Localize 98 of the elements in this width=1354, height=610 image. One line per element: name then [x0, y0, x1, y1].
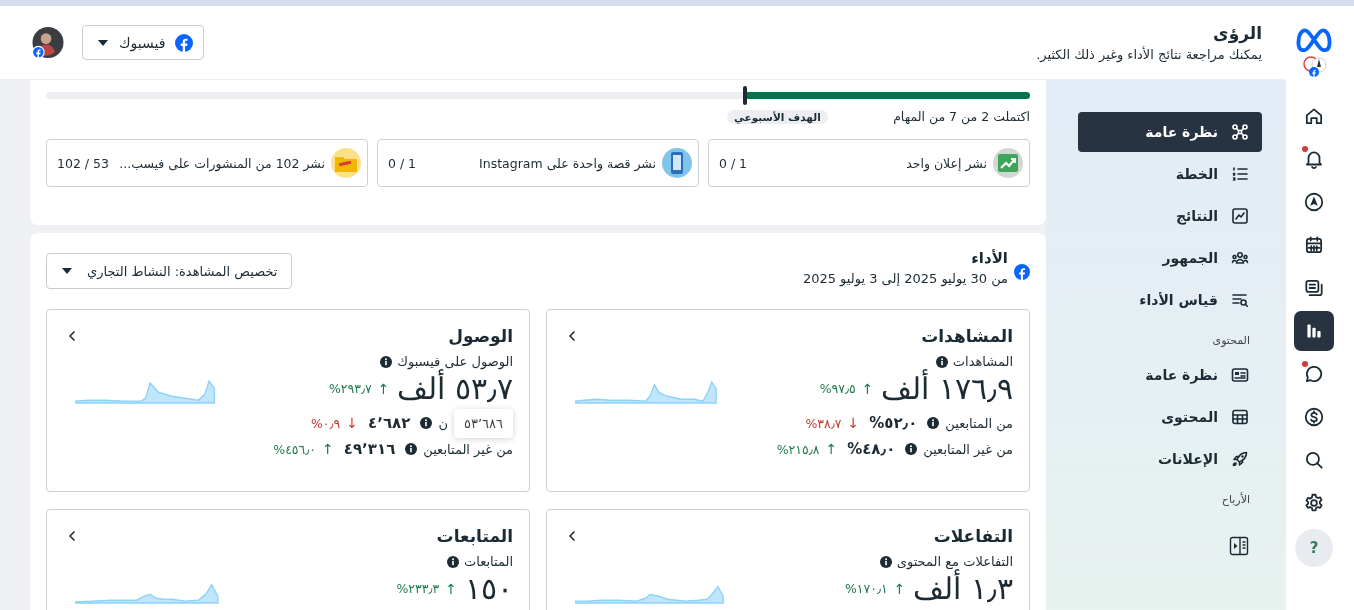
progress-text: اكتملت 2 من 7 من المهام [893, 109, 1030, 124]
facebook-icon [1014, 263, 1030, 280]
info-icon[interactable] [927, 417, 940, 429]
nav-item[interactable]: الجمهور [1078, 238, 1262, 278]
nav-item[interactable]: قياس الأداء [1078, 280, 1262, 320]
compass-icon [1303, 191, 1325, 213]
chevron-icon[interactable] [567, 530, 577, 542]
nav-item[interactable]: الإعلانات [1078, 439, 1262, 479]
help-button[interactable]: ? [1295, 529, 1333, 567]
task-count: 102 / 53 [57, 155, 109, 171]
date-range: من 30 يوليو 2025 إلى 3 يوليو 2025 [802, 271, 1008, 286]
metric-label: الوصول على فيسبوك [397, 354, 513, 369]
task-label: نشر إعلان واحد [905, 155, 987, 171]
page-subtitle: يمكنك مراجعة نتائج الأداء وغير ذلك الكثير. [1036, 47, 1262, 62]
search-icon [1303, 449, 1325, 471]
info-icon[interactable] [405, 443, 418, 455]
info-icon[interactable] [380, 355, 393, 368]
trend-arrow: ↑ [893, 580, 906, 597]
breakdown-label: من غير المتابعين [923, 441, 1013, 457]
calendar-icon [1303, 234, 1325, 256]
chevron-icon[interactable] [67, 530, 77, 542]
section-title: الأداء [970, 249, 1008, 267]
facebook-icon [175, 33, 194, 52]
bars-button[interactable] [1294, 311, 1334, 351]
nodes-icon [1230, 122, 1250, 142]
breakdown-label: من المتابعين [945, 415, 1013, 431]
trend-arrow: ↑ [825, 441, 838, 457]
trend-arrow: ↓ [847, 415, 860, 431]
line-chart-icon [1230, 206, 1250, 226]
section-heading: الأرباح [1220, 491, 1251, 508]
card-title: المتابعات [436, 526, 513, 546]
section-heading: المحتوى [1211, 333, 1251, 349]
task-label: نشر 102 من المنشورات على فيسب... [118, 155, 325, 171]
card-title: الوصول [448, 326, 513, 346]
nav-item[interactable]: نظرة عامة [1078, 355, 1262, 395]
change-value: ٢٣٣٫٣% [396, 581, 440, 596]
breakdown-value: ٥٢٫٠% [869, 414, 918, 432]
trend-arrow: ↑ [445, 580, 457, 597]
platform-dropdown[interactable]: فيسبوك [82, 25, 205, 60]
change-value: ٢١٥٫٨% [776, 441, 820, 457]
trend-arrow: ↓ [346, 415, 359, 431]
info-icon[interactable] [879, 555, 892, 568]
metric-value: ١٥٠ [465, 571, 513, 606]
meta-logo [1296, 28, 1332, 52]
change-value: ٢٩٣٫٧% [328, 381, 372, 396]
view-dropdown[interactable]: تخصيص المشاهدة: النشاط التجاري [46, 253, 293, 289]
dollar-icon [1303, 406, 1325, 428]
trend-arrow: ↑ [377, 380, 390, 397]
nav-item[interactable]: نظرة عامة [1078, 112, 1262, 152]
task-count: 0 / 1 [388, 155, 417, 171]
breakdown-value: ٤٨٫٠% [847, 440, 896, 458]
nav-item[interactable]: النتائج [1078, 196, 1262, 236]
phone-icon [662, 148, 692, 178]
info-icon[interactable] [935, 355, 948, 368]
folder-icon [331, 148, 361, 178]
breakdown-label: من غير المتابعين [423, 441, 513, 457]
info-icon[interactable] [446, 555, 459, 568]
cards-icon [1303, 277, 1325, 299]
page-title: الرؤى [1212, 23, 1262, 43]
metric-label: التفاعلات مع المحتوى [896, 554, 1013, 569]
id-card-icon [1230, 365, 1250, 385]
change-value: ١٧٠٫١% [844, 581, 888, 596]
rocket-icon [1230, 449, 1250, 469]
table-icon [1230, 407, 1250, 427]
card-title: التفاعلات [933, 526, 1013, 546]
chevron-icon[interactable] [567, 330, 577, 342]
caret-icon [61, 267, 73, 275]
caret-icon [97, 38, 109, 47]
task-count: 0 / 1 [719, 155, 748, 171]
list-icon [1230, 164, 1250, 184]
settings-icon [1303, 492, 1325, 514]
growth-chart-icon [993, 148, 1023, 178]
breakdown-value: ٤٬٦٨٢ [368, 414, 411, 432]
breakdown-label: ن [438, 415, 448, 431]
trend-arrow: ↑ [861, 380, 874, 397]
change-value: ٤٥٦٫٠% [273, 441, 317, 457]
panel-toggle-icon[interactable] [1228, 536, 1250, 556]
breakdown-value: ٤٩٬٣١٦ [343, 440, 396, 458]
trend-arrow: ↑ [322, 441, 334, 457]
value-tooltip: ٥٣٬٦٨٦ [453, 408, 513, 438]
chevron-icon[interactable] [67, 330, 77, 342]
change-value: ٠٫٩% [310, 415, 341, 431]
metric-value: ١٫٣ ألف [913, 571, 1013, 606]
metric-label: المتابعات [463, 554, 513, 569]
change-value: ٣٨٫٧% [805, 415, 842, 431]
goal-badge: الهدف الأسبوعي [726, 109, 828, 124]
chat-bubble-icon [1303, 363, 1325, 385]
info-icon[interactable] [905, 443, 918, 455]
metric-label: المشاهدات [952, 354, 1013, 369]
avatar[interactable] [32, 26, 64, 59]
nav-item[interactable]: المحتوى [1078, 397, 1262, 437]
info-icon[interactable] [420, 417, 433, 429]
nav-item[interactable]: الخطة [1078, 154, 1262, 194]
metric-value: ٥٣٫٧ ألف [397, 371, 513, 406]
metric-value: ١٧٦٫٩ ألف [881, 371, 1013, 406]
card-title: المشاهدات [921, 326, 1013, 346]
change-value: ٩٧٫٥% [819, 381, 856, 396]
task-label: نشر قصة واحدة على Instagram [478, 155, 656, 171]
